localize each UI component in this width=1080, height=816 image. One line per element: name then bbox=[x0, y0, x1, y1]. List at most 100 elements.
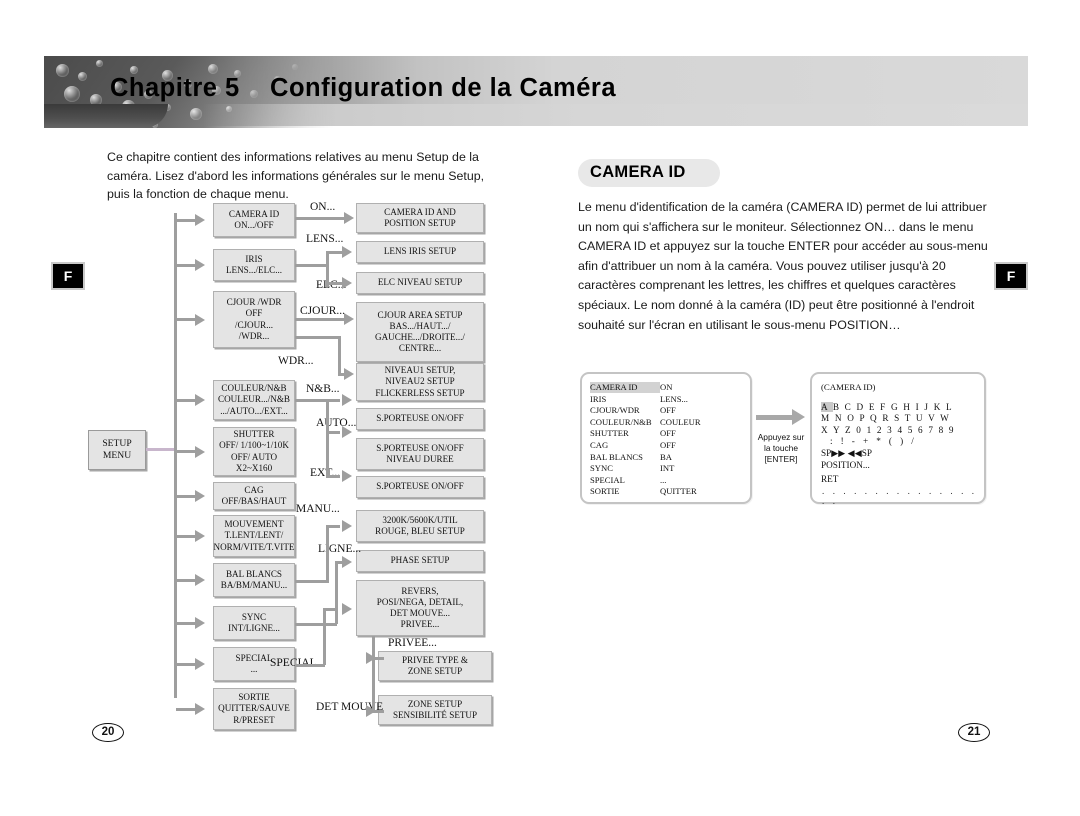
flow-box-setup-menu: SETUP MENU bbox=[88, 430, 146, 470]
box-line: NIVEAU2 SETUP bbox=[385, 376, 455, 387]
bubble-decoration bbox=[130, 66, 138, 74]
osd-character-row[interactable]: X Y Z 0 1 2 3 4 5 6 7 8 9 bbox=[821, 425, 955, 435]
connector-arrow-icon bbox=[195, 703, 205, 715]
box-line: CENTRE... bbox=[398, 343, 442, 354]
connector-line bbox=[174, 213, 177, 698]
bubble-decoration bbox=[56, 64, 69, 77]
connector-line bbox=[295, 623, 337, 626]
flow-box-couleur-nb: COULEUR/N&B COULEUR.../N&B .../AUTO.../EXT… bbox=[213, 380, 295, 420]
osd-character-row[interactable]: : ! - + * ( ) / bbox=[821, 436, 917, 446]
connector-line bbox=[335, 561, 338, 624]
flow-box-cjour-area-setup: CJOUR AREA SETUP BAS.../HAUT.../GAUCHE...… bbox=[356, 302, 484, 362]
connector-arrow-icon bbox=[366, 705, 376, 717]
box-line: PRIVEE... bbox=[400, 619, 440, 630]
osd-character[interactable]: L bbox=[946, 402, 953, 412]
box-line: BAL BLANCS bbox=[225, 568, 282, 579]
box-line: S.PORTEUSE ON/OFF bbox=[376, 413, 464, 424]
flow-box-mouvement: MOUVEMENT T.LENT/LENT/NORM/VITE/T.VITE bbox=[213, 515, 295, 557]
press-enter-caption: Appuyez sur la touche [ENTER] bbox=[752, 432, 810, 466]
osd-row-value: COULEUR bbox=[660, 416, 701, 427]
osd-row-key: CJOUR/WDR bbox=[590, 405, 640, 416]
osd-menu-row[interactable]: SHUTTER OFF bbox=[582, 428, 750, 439]
box-line: OFF bbox=[245, 308, 263, 319]
osd-character-row[interactable]: M N O P Q R S T U V W bbox=[821, 413, 950, 423]
connector-label-cjour: CJOUR... bbox=[300, 305, 346, 317]
osd-sp-row[interactable]: SP▶▶ ◀◀SP bbox=[821, 448, 872, 459]
connector-label-lens: LENS... bbox=[306, 233, 344, 245]
osd-character[interactable]: F bbox=[880, 402, 891, 412]
flow-box-special-setup: REVERS, POSI/NEGA, DETAIL, DET MOUVE... PRI… bbox=[356, 580, 484, 636]
press-enter-line1: Appuyez sur bbox=[757, 432, 805, 442]
box-line: 3200K/5600K/UTIL bbox=[382, 514, 458, 525]
header-band-tail bbox=[44, 104, 168, 128]
connector-line bbox=[326, 251, 342, 254]
box-line: PRIVEE TYPE & bbox=[401, 654, 469, 665]
osd-id-title: (CAMERA ID) bbox=[821, 382, 876, 392]
osd-row-value: LENS... bbox=[660, 393, 688, 404]
box-line: LENS.../ELC... bbox=[225, 265, 283, 275]
osd-character[interactable]: H bbox=[903, 402, 915, 412]
osd-character-row[interactable]: A B C D E F G H I J K L bbox=[821, 402, 953, 412]
connector-line bbox=[326, 431, 340, 434]
osd-character[interactable]: C bbox=[845, 402, 857, 412]
osd-menu-row[interactable]: SPECIAL... bbox=[582, 475, 750, 486]
connector-line bbox=[176, 707, 195, 711]
bubble-decoration bbox=[226, 106, 232, 112]
osd-row-value: ... bbox=[660, 474, 667, 485]
connector-arrow-icon bbox=[195, 214, 205, 226]
osd-character[interactable]: K bbox=[934, 402, 946, 412]
box-line: BAS.../HAUT.../ bbox=[389, 320, 451, 331]
section-body-text: Le menu d'identification de la caméra (C… bbox=[578, 200, 988, 332]
connector-arrow-icon bbox=[344, 368, 354, 380]
box-line: BA/BM/MANU... bbox=[220, 580, 288, 590]
box-line: OFF/ AUTO bbox=[230, 451, 278, 462]
connector-arrow-icon bbox=[195, 445, 205, 458]
osd-row-key: BAL BLANCS bbox=[590, 451, 643, 462]
osd-character[interactable]: G bbox=[891, 402, 903, 412]
box-line: OFF/BAS/HAUT bbox=[221, 496, 287, 506]
osd-character[interactable]: E bbox=[869, 402, 880, 412]
connector-line bbox=[338, 336, 341, 374]
osd-menu-row[interactable]: BAL BLANCS BA bbox=[582, 452, 750, 463]
osd-row-value: INT bbox=[660, 463, 675, 474]
side-tab-left: F bbox=[51, 262, 85, 290]
box-line: MOUVEMENT bbox=[224, 519, 284, 530]
flow-box-rouge-bleu-setup: 3200K/5600K/UTIL ROUGE, BLEU SETUP bbox=[356, 510, 484, 542]
connector-line bbox=[326, 282, 342, 285]
flow-box-phase-setup: PHASE SETUP bbox=[356, 550, 484, 572]
connector-line bbox=[176, 218, 195, 222]
page-number-left: 20 bbox=[92, 723, 124, 742]
box-line: NIVEAU1 SETUP, bbox=[384, 365, 456, 376]
connector-line bbox=[176, 494, 195, 498]
flow-box-niveau-flickerless-setup: NIVEAU1 SETUP, NIVEAU2 SETUP FLICKERLESS S… bbox=[356, 363, 484, 401]
connector-line bbox=[326, 525, 340, 528]
osd-menu-row[interactable]: IRIS LENS... bbox=[582, 394, 750, 405]
osd-menu-row[interactable]: SYNC INT bbox=[582, 463, 750, 474]
osd-row-value: BA bbox=[660, 451, 672, 462]
page-title: Chapitre 5 Configuration de la Caméra bbox=[110, 74, 617, 102]
box-line: IRIS bbox=[245, 253, 263, 264]
osd-character[interactable]: A bbox=[821, 402, 833, 412]
connector-line bbox=[295, 263, 328, 267]
osd-menu-row[interactable]: CAMERA ID ON bbox=[582, 382, 750, 394]
osd-position-item[interactable]: POSITION... bbox=[821, 460, 870, 470]
osd-menu-row[interactable]: CJOUR/WDR OFF bbox=[582, 405, 750, 416]
osd-menu-row[interactable]: COULEUR/N&B COULEUR bbox=[582, 417, 750, 428]
flow-box-sporteuse-niveau-duree: S.PORTEUSE ON/OFF NIVEAU DUREE bbox=[356, 438, 484, 470]
osd-row-key: COULEUR/N&B bbox=[590, 416, 652, 427]
box-line: .../AUTO.../EXT... bbox=[220, 405, 288, 416]
osd-menu-row[interactable]: SORTIE QUITTER bbox=[582, 486, 750, 497]
box-line: LENS IRIS SETUP bbox=[383, 246, 457, 257]
osd-character[interactable]: D bbox=[856, 402, 868, 412]
osd-character[interactable]: J bbox=[924, 402, 933, 412]
connector-line bbox=[176, 450, 195, 453]
connector-line bbox=[176, 621, 195, 625]
osd-menu-row[interactable]: CAG OFF bbox=[582, 440, 750, 451]
connector-line bbox=[176, 398, 195, 402]
connector-arrow-icon bbox=[195, 530, 205, 542]
box-line: DET MOUVE... bbox=[390, 608, 450, 618]
box-line: SETUP bbox=[102, 438, 132, 449]
osd-character[interactable]: B bbox=[833, 402, 845, 412]
osd-ret-item[interactable]: RET bbox=[821, 474, 838, 484]
osd-row-value: OFF bbox=[660, 428, 676, 439]
